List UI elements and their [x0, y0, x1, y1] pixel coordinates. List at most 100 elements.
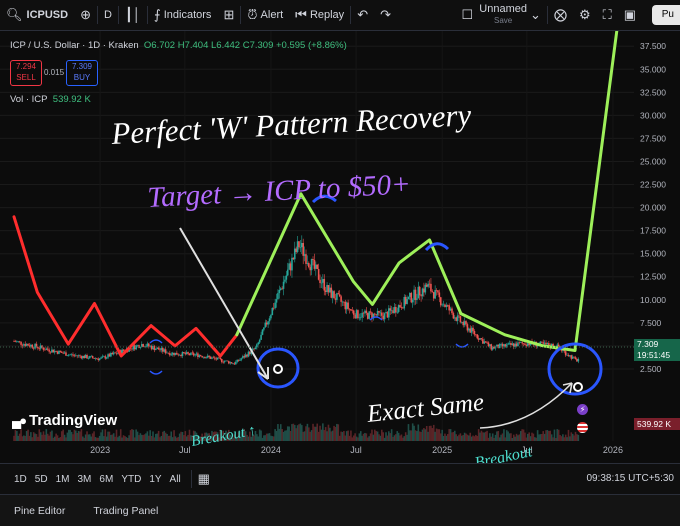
volume-bar	[458, 434, 460, 441]
candle-body	[503, 344, 505, 347]
candle-body	[390, 310, 393, 312]
volume-bar	[315, 426, 317, 441]
us-flag-icon[interactable]	[577, 422, 588, 433]
candle-body	[254, 347, 257, 350]
volume-bar	[23, 435, 25, 441]
replay-button[interactable]: ⏮︎ Replay	[289, 0, 350, 30]
candle-body	[147, 343, 150, 347]
undo-icon: ↶	[357, 7, 369, 22]
candle-body	[418, 286, 421, 296]
tradingview-logo[interactable]: ▄● TradingView	[12, 412, 117, 429]
volume-bar	[121, 437, 123, 441]
candle-body	[159, 349, 161, 351]
volume-bar	[180, 431, 182, 441]
volume-bar	[438, 429, 441, 441]
interval-button[interactable]: D	[98, 0, 118, 30]
indicators-button[interactable]: ⨍ Indicators	[148, 0, 218, 30]
range-button-ytd[interactable]: YTD	[117, 474, 145, 485]
candle-body	[70, 354, 73, 355]
candle-body	[431, 291, 434, 293]
candle-body	[139, 347, 142, 348]
volume-bar	[333, 425, 335, 441]
candle-body	[131, 348, 133, 350]
publish-button[interactable]: Pu	[651, 5, 680, 25]
breakout-left-text: Breakout ↑	[190, 423, 257, 450]
range-button-all[interactable]: All	[166, 474, 185, 485]
volume-bar	[529, 436, 532, 441]
candle-body	[310, 258, 313, 271]
sell-button[interactable]: 7.294 SELL	[10, 60, 42, 86]
undo-button[interactable]: ↶	[351, 0, 374, 30]
volume-bar	[538, 434, 540, 441]
candle-body	[446, 305, 449, 306]
volume-bar	[105, 436, 108, 441]
volume-bar	[35, 434, 38, 441]
volume-bar	[80, 429, 83, 441]
tab-pine-editor[interactable]: Pine Editor	[0, 505, 79, 517]
candle-body	[453, 317, 456, 319]
volume-bar	[24, 435, 27, 441]
candle-body	[406, 299, 408, 304]
fullscreen-button[interactable]: ⛶	[597, 0, 618, 30]
symbol-search[interactable]: 🔍︎ ICPUSD	[0, 0, 74, 30]
candle-body	[286, 269, 289, 276]
volume-bar	[379, 435, 382, 441]
candle-body	[571, 356, 574, 359]
volume-bar	[553, 429, 556, 441]
layout-select[interactable]: ☐ Unnamed Save ⌄	[455, 0, 546, 30]
range-button-3m[interactable]: 3M	[74, 474, 96, 485]
volume-bar	[455, 434, 457, 441]
candle-body	[213, 357, 216, 359]
volume-bar	[94, 437, 97, 441]
range-button-1d[interactable]: 1D	[10, 474, 31, 485]
legend-open: O6.702	[143, 40, 176, 51]
settings-button[interactable]: ⚙︎	[573, 0, 597, 30]
layouts-button[interactable]: ⊞	[217, 0, 240, 30]
tab-trading-panel[interactable]: Trading Panel	[79, 505, 172, 517]
quick-search-button[interactable]: ⨂	[548, 0, 573, 30]
clock[interactable]: 09:38:15 UTC+5:30	[586, 473, 674, 484]
y-tick-label: 2.500	[640, 364, 662, 374]
range-button-1y[interactable]: 1Y	[145, 474, 165, 485]
volume-bar	[74, 430, 77, 441]
candle-body	[455, 317, 457, 321]
candle-body	[358, 317, 361, 319]
buy-button[interactable]: 7.309 BUY	[66, 60, 98, 86]
snapshot-button[interactable]: ▣	[618, 0, 642, 30]
candle-body	[56, 351, 59, 354]
chart-area[interactable]: 2023 Jul 2024 Jul 2025 Jul 2026 37.500 35.000 32…	[0, 31, 680, 463]
candle-body	[258, 339, 261, 343]
alert-button[interactable]: ⏰︎ Alert	[241, 0, 289, 30]
candle-body	[428, 283, 431, 285]
volume-bar	[576, 434, 578, 441]
candle-body	[570, 355, 573, 359]
redo-button[interactable]: ↷	[374, 0, 397, 30]
candle-body	[319, 279, 321, 283]
legend-title: ICP / U.S. Dollar · 1D · Kraken	[10, 40, 139, 51]
volume-bar	[140, 434, 143, 441]
volume-bar	[442, 435, 445, 441]
candle-body	[517, 342, 519, 347]
range-button-5d[interactable]: 5D	[31, 474, 52, 485]
candle-body	[383, 313, 386, 320]
chart-type-button[interactable]: ┃│	[119, 0, 147, 30]
compare-symbol-button[interactable]: ⊕	[74, 0, 97, 30]
candle-body	[357, 310, 359, 319]
candle-body	[475, 334, 477, 336]
event-flash-icon[interactable]: ⚡︎	[577, 404, 588, 415]
candle-body	[477, 338, 480, 340]
volume-bar	[187, 434, 189, 441]
volume-bar	[519, 431, 522, 441]
calendar-icon[interactable]: ▦	[198, 471, 210, 487]
candle-body	[333, 291, 335, 299]
candle-body	[381, 312, 383, 316]
volume-bar	[545, 430, 547, 441]
range-button-6m[interactable]: 6M	[95, 474, 117, 485]
candle-body	[79, 355, 81, 357]
volume-bar	[100, 432, 102, 441]
volume-bar	[525, 437, 528, 441]
range-button-1m[interactable]: 1M	[52, 474, 74, 485]
volume-bar	[535, 437, 538, 441]
candle-body	[427, 283, 429, 287]
price-chart[interactable]: 2023 Jul 2024 Jul 2025 Jul 2026 37.50035.00032…	[0, 31, 680, 463]
